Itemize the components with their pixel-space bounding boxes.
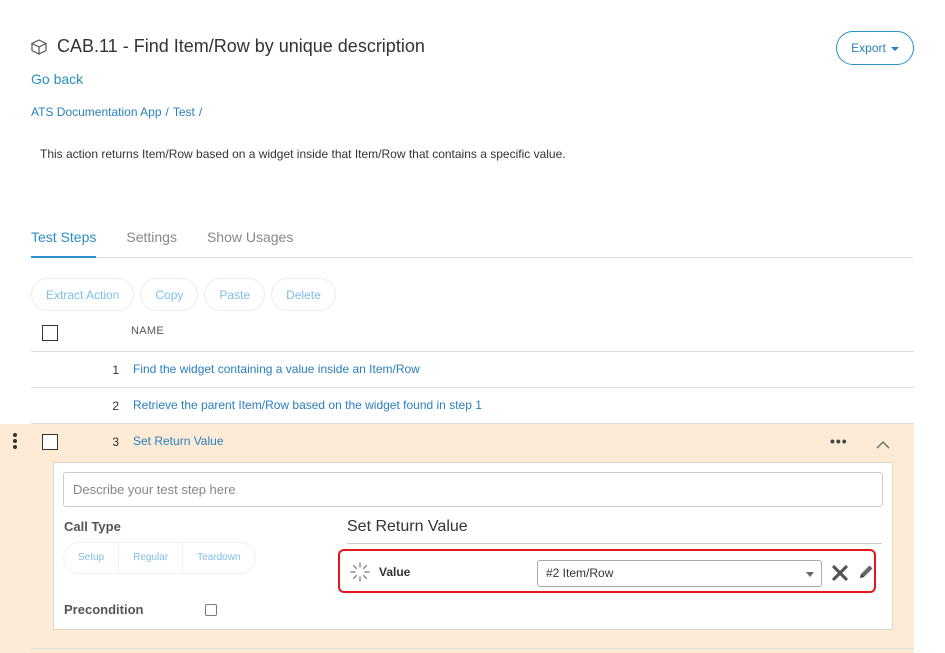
cube-icon <box>30 38 48 55</box>
divider <box>31 648 914 649</box>
call-type-teardown[interactable]: Teardown <box>183 543 254 573</box>
precondition-checkbox[interactable] <box>205 604 217 616</box>
steps-toolbar: Extract Action Copy Paste Delete <box>31 278 336 311</box>
caret-down-icon <box>890 47 899 51</box>
table-row[interactable]: 2 Retrieve the parent Item/Row based on … <box>31 388 914 424</box>
breadcrumb-item-app[interactable]: ATS Documentation App <box>31 105 162 119</box>
action-title: Set Return Value <box>347 518 468 535</box>
step-description-input[interactable] <box>63 472 883 507</box>
export-button[interactable]: Export <box>836 31 914 65</box>
step-name-link[interactable]: Set Return Value <box>133 434 224 448</box>
step-name-link[interactable]: Retrieve the parent Item/Row based on th… <box>133 398 482 412</box>
page-title: CAB.11 - Find Item/Row by unique descrip… <box>57 36 425 56</box>
step-number: 1 <box>112 363 119 377</box>
call-type-setup[interactable]: Setup <box>64 543 120 573</box>
breadcrumb-separator: / <box>198 105 203 119</box>
tab-show-usages[interactable]: Show Usages <box>207 227 293 258</box>
step-number: 3 <box>112 435 119 449</box>
breadcrumb-separator: / <box>165 105 169 119</box>
pencil-icon[interactable] <box>857 563 875 581</box>
action-description: This action returns Item/Row based on a … <box>40 147 566 161</box>
tab-test-steps[interactable]: Test Steps <box>31 227 97 258</box>
step-editor-panel: Call Type Setup Regular Teardown Precond… <box>53 462 893 630</box>
breadcrumb: ATS Documentation App / Test / <box>31 105 202 119</box>
call-type-regular[interactable]: Regular <box>119 543 184 573</box>
go-back-link[interactable]: Go back <box>31 71 83 87</box>
drag-handle-icon[interactable] <box>10 433 20 451</box>
value-select-text: #2 Item/Row <box>546 566 614 580</box>
select-all-checkbox[interactable] <box>42 325 58 341</box>
call-type-label: Call Type <box>64 519 121 534</box>
column-header-name: NAME <box>131 325 164 337</box>
paste-button[interactable]: Paste <box>204 278 266 311</box>
breadcrumb-item-test[interactable]: Test <box>173 105 195 119</box>
chevron-up-icon[interactable] <box>876 438 890 452</box>
value-label: Value <box>379 565 411 579</box>
precondition-label: Precondition <box>64 602 144 617</box>
close-icon[interactable] <box>831 564 849 582</box>
value-parameter-row: Value #2 Item/Row <box>338 549 876 593</box>
tab-settings[interactable]: Settings <box>126 227 177 258</box>
copy-button[interactable]: Copy <box>140 278 199 311</box>
table-header: NAME <box>31 316 914 352</box>
more-options-icon[interactable]: ••• <box>830 433 848 449</box>
step-name-link[interactable]: Find the widget containing a value insid… <box>133 362 420 376</box>
divider <box>347 543 882 544</box>
export-label: Export <box>851 41 886 55</box>
loading-spinner-icon <box>350 562 370 582</box>
delete-button[interactable]: Delete <box>271 278 336 311</box>
tab-bar: Test Steps Settings Show Usages <box>31 227 913 258</box>
page-header: CAB.11 - Find Item/Row by unique descrip… <box>30 36 425 57</box>
value-select[interactable]: #2 Item/Row <box>537 560 822 587</box>
extract-action-button[interactable]: Extract Action <box>31 278 135 311</box>
caret-down-icon <box>806 572 814 577</box>
table-row[interactable]: 1 Find the widget containing a value ins… <box>31 352 914 388</box>
step-number: 2 <box>112 399 119 413</box>
call-type-toggle-group: Setup Regular Teardown <box>64 543 255 573</box>
